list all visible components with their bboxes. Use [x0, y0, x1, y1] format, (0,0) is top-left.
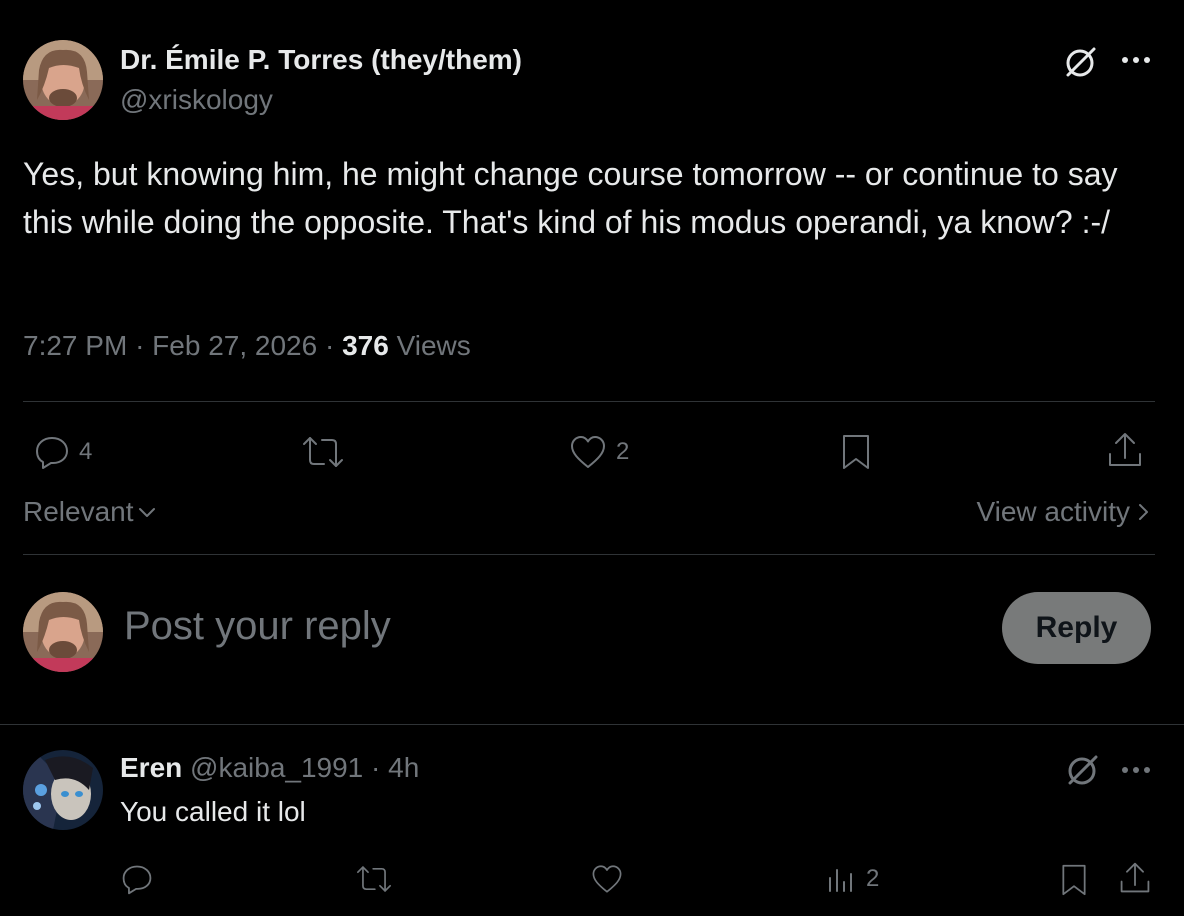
meta-separator: · [135, 330, 153, 361]
divider [23, 554, 1155, 555]
reply-author-name[interactable]: Eren [120, 752, 182, 783]
author-handle[interactable]: @xriskology [120, 84, 273, 116]
divider [23, 401, 1155, 402]
bookmark-icon [1058, 862, 1090, 898]
reply-text: You called it lol [120, 796, 306, 827]
views-icon [826, 864, 856, 894]
view-activity-link[interactable]: View activity [976, 496, 1150, 528]
share-action[interactable] [1106, 430, 1144, 470]
share-icon [1106, 430, 1144, 470]
meta-separator: · [371, 752, 381, 783]
views-count: 376 [342, 330, 389, 361]
reply-author-handle[interactable]: @kaiba_1991 [190, 752, 363, 783]
like-icon [590, 862, 624, 896]
like-icon [568, 433, 608, 471]
reply-input[interactable]: Post your reply [124, 604, 391, 649]
view-activity-label: View activity [976, 496, 1130, 527]
reply-count: 4 [79, 438, 93, 465]
post-meta: 7:27 PM · Feb 27, 2026 · 376 Views [23, 330, 471, 362]
reply-views-action[interactable]: 2 [826, 862, 879, 896]
sort-dropdown[interactable]: Relevant [23, 496, 158, 528]
reply-action[interactable]: 4 [33, 432, 92, 472]
views-label: Views [396, 330, 471, 361]
more-icon[interactable] [1118, 762, 1154, 778]
meta-separator: · [324, 330, 343, 361]
share-icon [1118, 860, 1152, 896]
reply-like-action[interactable] [590, 862, 624, 896]
chevron-right-icon [1136, 500, 1150, 524]
post-date[interactable]: Feb 27, 2026 [152, 330, 317, 361]
reply-icon [33, 433, 71, 471]
post-text: Yes, but knowing him, he might change co… [23, 156, 1118, 240]
post-time[interactable]: 7:27 PM [23, 330, 127, 361]
bookmark-action[interactable] [838, 432, 874, 472]
reply-author-avatar[interactable] [23, 750, 103, 830]
reply-button[interactable]: Reply [1002, 592, 1151, 664]
reply-share-action[interactable] [1118, 860, 1152, 896]
reply-icon [120, 862, 154, 896]
reply-reply-action[interactable] [120, 862, 154, 896]
reply-view-count: 2 [866, 865, 880, 892]
reply-age[interactable]: 4h [388, 752, 419, 783]
repost-action[interactable] [300, 432, 346, 472]
grok-icon[interactable] [1062, 44, 1098, 80]
composer-avatar [23, 592, 103, 672]
chevron-down-icon [136, 501, 158, 523]
more-icon[interactable] [1118, 52, 1154, 68]
repost-icon [354, 862, 394, 896]
sort-label: Relevant [23, 496, 134, 527]
bookmark-icon [838, 432, 874, 472]
author-name[interactable]: Dr. Émile P. Torres (they/them) [120, 44, 522, 76]
like-count: 2 [616, 438, 630, 465]
like-action[interactable]: 2 [568, 432, 629, 472]
repost-icon [300, 432, 346, 472]
reply-bookmark-action[interactable] [1058, 862, 1090, 898]
reply-repost-action[interactable] [354, 862, 394, 896]
divider [0, 724, 1184, 725]
reply-header: Eren @kaiba_1991 · 4h [120, 752, 419, 784]
author-avatar[interactable] [23, 40, 103, 120]
grok-icon[interactable] [1064, 752, 1100, 788]
